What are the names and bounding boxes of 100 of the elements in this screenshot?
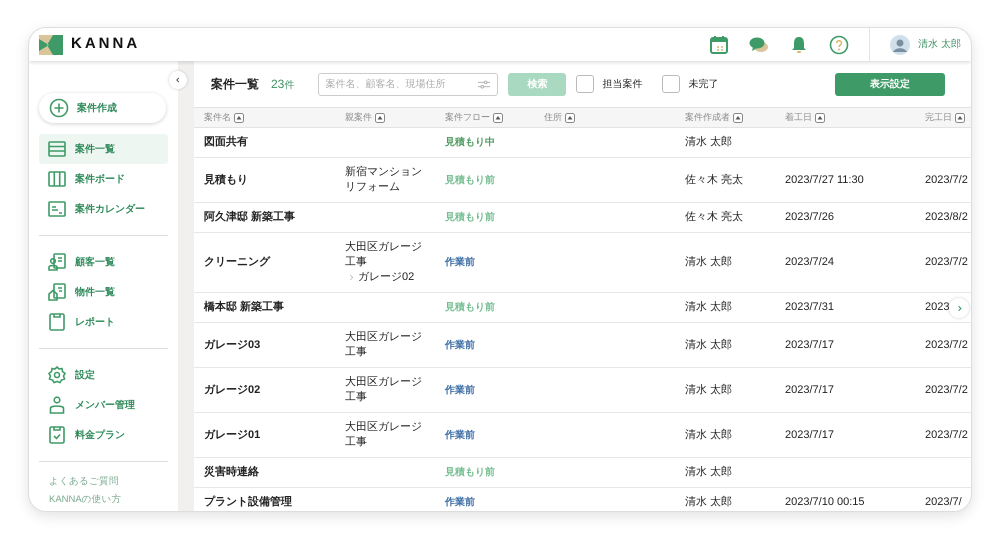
display-settings-button[interactable]: 表示設定 (835, 72, 945, 96)
creator-name: 清水 太郎 (685, 496, 732, 508)
chat-icon[interactable] (749, 34, 770, 54)
project-name: プラント設備管理 (204, 496, 292, 508)
sort-icon[interactable] (493, 112, 503, 122)
start-date: 2023/7/31 (785, 301, 834, 313)
start-date: 2023/7/17 (785, 428, 834, 440)
sidebar-item[interactable]: レポート (39, 307, 168, 337)
creator-name: 佐々木 亮太 (685, 211, 744, 223)
status-label: 見積もり中 (445, 137, 495, 148)
avatar[interactable] (890, 34, 910, 54)
gear-icon (47, 365, 67, 385)
help-icon[interactable] (829, 34, 850, 54)
checkbox-label: 未完了 (688, 78, 718, 92)
creator-name: 佐々木 亮太 (685, 174, 744, 186)
start-date: 2023/7/27 11:30 (785, 174, 864, 186)
user-name[interactable]: 清水 太郎 (918, 37, 961, 52)
creator-name: 清水 太郎 (685, 428, 732, 440)
house-document-icon (47, 282, 67, 302)
logo-icon (39, 34, 63, 54)
chevron-left-icon (174, 76, 182, 84)
help-link[interactable]: KANNAの使い方 (39, 491, 168, 510)
start-date: 2023/7/17 (785, 338, 834, 350)
creator-name: 清水 太郎 (685, 466, 732, 478)
end-date: 2023/7/2 (925, 256, 968, 268)
filter-icon[interactable] (477, 78, 492, 90)
contact-card-icon (47, 252, 67, 272)
column-header: 住所 (544, 110, 562, 124)
sidebar-item[interactable]: 顧客一覧 (39, 247, 168, 277)
checkbox[interactable] (576, 75, 594, 93)
logo-text: KANNA (71, 34, 140, 54)
person-icon (47, 395, 67, 415)
search-field[interactable]: 案件名、顧客名、現場住所 (318, 72, 498, 96)
sidebar-item[interactable]: 料金プラン (39, 420, 168, 450)
page-title: 案件一覧 (211, 76, 259, 93)
status-label: 見積もり前 (445, 302, 495, 313)
sidebar-item[interactable]: 案件一覧 (39, 134, 168, 164)
column-header: 案件フロー (445, 110, 490, 124)
end-date: 2023/7/2 (925, 428, 968, 440)
parent-project: 大田区ガレージ工事 (345, 330, 423, 360)
status-label: 作業前 (445, 340, 475, 350)
project-name: ガレージ01 (204, 428, 260, 440)
creator-name: 清水 太郎 (685, 301, 732, 313)
checklist-icon (47, 425, 67, 445)
child-project: ガレージ02 (358, 270, 414, 285)
columns-icon (47, 169, 67, 189)
checkbox-label: 担当案件 (602, 78, 642, 92)
column-header: 案件作成者 (685, 110, 730, 124)
sidebar-item[interactable]: メンバー管理 (39, 390, 168, 420)
project-name: 阿久津邸 新築工事 (204, 211, 296, 223)
help-link[interactable]: よくあるご質問 (39, 473, 168, 492)
clipboard-icon (47, 312, 67, 332)
list-icon (47, 139, 67, 159)
status-label: 見積もり前 (445, 467, 495, 478)
item-count: 23件 (271, 76, 294, 93)
project-name: 災害時連絡 (204, 466, 259, 478)
sidebar-item[interactable]: 物件一覧 (39, 277, 168, 307)
parent-project: 大田区ガレージ工事 (345, 375, 423, 405)
status-label: 作業前 (445, 257, 475, 268)
project-name: 橋本邸 新築工事 (204, 301, 284, 313)
sort-icon[interactable] (815, 112, 825, 122)
parent-project: 大田区ガレージ工事 (345, 240, 423, 270)
column-header: 親案件 (345, 110, 372, 124)
sort-icon[interactable] (565, 112, 575, 122)
sort-icon[interactable] (955, 112, 965, 122)
status-label: 作業前 (445, 497, 475, 508)
chevron-right-icon (349, 273, 354, 282)
checkbox[interactable] (662, 75, 680, 93)
status-label: 見積もり前 (445, 174, 495, 186)
sidebar-item[interactable]: 案件カレンダー (39, 194, 168, 224)
sort-icon[interactable] (375, 112, 385, 122)
project-name: 見積もり (204, 174, 248, 186)
project-name: 図面共有 (204, 136, 248, 148)
project-name: ガレージ03 (204, 338, 260, 350)
status-label: 見積もり前 (445, 212, 495, 223)
start-date: 2023/7/10 00:15 (785, 496, 865, 508)
calendar-icon (47, 199, 67, 219)
sort-icon[interactable] (733, 112, 743, 122)
sort-icon[interactable] (234, 112, 244, 122)
calendar-icon[interactable] (709, 34, 730, 54)
column-header: 案件名 (204, 110, 231, 124)
project-name: ガレージ02 (204, 384, 260, 396)
sidebar-item[interactable]: 案件ボード (39, 164, 168, 194)
status-label: 作業前 (445, 384, 475, 396)
end-date: 2023/8/2 (925, 211, 968, 223)
end-date: 2023 (925, 301, 950, 313)
start-date: 2023/7/24 (785, 256, 834, 268)
end-date: 2023/7/2 (925, 384, 968, 396)
status-label: 作業前 (445, 430, 475, 440)
column-header: 着工日 (785, 110, 812, 124)
create-button[interactable]: 案件作成 (39, 93, 166, 123)
creator-name: 清水 太郎 (685, 256, 732, 268)
sidebar-item[interactable]: 設定 (39, 360, 168, 390)
start-date: 2023/7/17 (785, 384, 834, 396)
parent-project: 大田区ガレージ工事 (345, 420, 423, 450)
creator-name: 清水 太郎 (685, 136, 732, 148)
end-date: 2023/7/2 (925, 338, 968, 350)
parent-project: 新宿マンションリフォーム (345, 165, 423, 195)
start-date: 2023/7/26 (785, 211, 834, 223)
project-name: クリーニング (204, 256, 270, 268)
